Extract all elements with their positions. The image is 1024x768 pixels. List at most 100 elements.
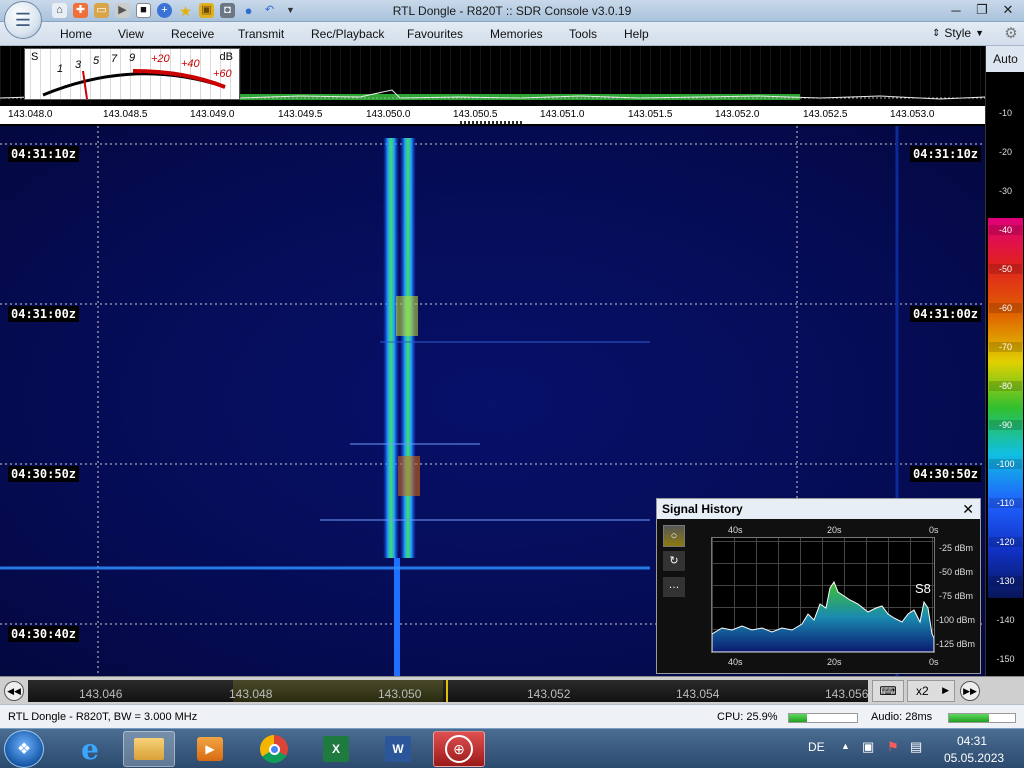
audio-status: Audio: 28ms (871, 711, 933, 723)
zoom-select[interactable]: x2 ▶ (907, 680, 955, 702)
db-scale-label: -30 (998, 186, 1012, 196)
tuning-bar: ◀◀ 143.046 143.048 143.050 143.052 143.0… (0, 676, 1024, 704)
taskbar: ❖ e ▶ X W ⊕ DE ▲ ▣ ⚑ ▤ 04:31 05.05.2023 (0, 728, 1024, 768)
tune-right-button[interactable]: ▶▶ (960, 681, 980, 701)
timestamp-right: 04:31:00z (910, 306, 982, 322)
tune-left-button[interactable]: ◀◀ (4, 681, 24, 701)
freq-label: 143.049.0 (190, 109, 235, 120)
menu-transmit[interactable]: Transmit (238, 27, 284, 41)
history-time-label: 20s (827, 525, 842, 535)
cpu-status: CPU: 25.9% (717, 711, 778, 723)
start-button[interactable]: ❖ (4, 730, 44, 768)
gear-icon[interactable]: ⚙ (1002, 25, 1020, 43)
db-scale-label: -20 (998, 147, 1012, 157)
clock-time[interactable]: 04:31 (957, 734, 987, 748)
taskbar-word[interactable]: W (372, 731, 424, 767)
audio-meter-fill (949, 714, 989, 722)
db-scale-label: -10 (998, 108, 1012, 118)
refresh-icon: ↻ (669, 555, 679, 567)
db-scale-label: -150 (996, 654, 1015, 664)
status-bar: RTL Dongle - R820T, BW = 3.000 MHz CPU: … (0, 704, 1024, 728)
internet-explorer-icon: e (81, 732, 99, 766)
db-scale-label: -130 (989, 576, 1022, 586)
up-down-arrow-icon: ⇕ (932, 27, 941, 39)
minimize-button[interactable]: ─ (944, 1, 968, 19)
clock-date[interactable]: 05.05.2023 (944, 751, 1004, 765)
timestamp-left: 04:31:10z (8, 146, 80, 162)
menu-home[interactable]: Home (60, 27, 92, 41)
db-scale-label: -60 (989, 303, 1022, 313)
menu-bar: Home View Receive Transmit Rec/Playback … (0, 22, 1024, 46)
history-level-label: -75 dBm (939, 591, 974, 601)
close-button[interactable]: ✕ (996, 1, 1020, 19)
timestamp-left: 04:30:40z (8, 626, 80, 642)
tune-label: 143.046 (79, 687, 123, 701)
timestamp-left: 04:31:00z (8, 306, 80, 322)
history-time-label: 0s (929, 657, 939, 667)
splitter-handle[interactable] (460, 121, 524, 124)
chevron-down-icon: ▼ (975, 28, 984, 38)
history-level-label: -125 dBm (936, 639, 976, 649)
tuning-scale[interactable]: 143.046 143.048 143.050 143.052 143.054 … (28, 680, 868, 702)
folder-icon (134, 738, 164, 760)
keyboard-button[interactable]: ⌨ (872, 680, 904, 702)
zoom-value: x2 (916, 684, 929, 698)
frequency-scale: 143.048.0 143.048.5 143.049.0 143.049.5 … (0, 106, 985, 124)
maximize-button[interactable]: ❐ (970, 1, 994, 19)
taskbar-chrome[interactable] (248, 731, 300, 767)
db-scale-label: -110 (989, 498, 1022, 508)
network-tray-icon[interactable]: ▤ (910, 739, 922, 755)
taskbar-explorer[interactable] (123, 731, 175, 767)
spectrum-grid (0, 46, 985, 102)
taskbar-sdr-console[interactable]: ⊕ (433, 731, 485, 767)
taskbar-excel[interactable]: X (310, 731, 362, 767)
menu-rec-playback[interactable]: Rec/Playback (311, 27, 384, 41)
options-button[interactable]: … (663, 577, 685, 597)
audio-meter (948, 713, 1016, 723)
word-icon: W (385, 736, 411, 762)
freq-label: 143.050.0 (366, 109, 411, 120)
rewind-icon: ◀◀ (7, 686, 21, 696)
auto-button[interactable]: Auto (986, 46, 1024, 72)
tune-label: 143.054 (676, 687, 720, 701)
keyboard-icon: ⌨ (879, 684, 897, 698)
history-level-label: -25 dBm (939, 543, 974, 553)
cpu-meter (788, 713, 858, 723)
excel-icon: X (323, 736, 349, 762)
app-menu-button[interactable]: ☰ (4, 1, 42, 39)
taskbar-ie[interactable]: e (64, 731, 116, 767)
history-level-label: -100 dBm (936, 615, 976, 625)
signal-history-close-button[interactable]: ✕ (962, 501, 974, 518)
tune-label: 143.052 (527, 687, 571, 701)
reset-button[interactable]: ↻ (663, 551, 685, 571)
language-indicator[interactable]: DE (808, 740, 825, 754)
menu-memories[interactable]: Memories (490, 27, 543, 41)
style-menu[interactable]: ⇕ Style ▼ (932, 26, 984, 40)
record-button[interactable]: ○ (663, 525, 685, 547)
taskbar-media-player[interactable]: ▶ (184, 731, 236, 767)
menu-receive[interactable]: Receive (171, 27, 214, 41)
freq-label: 143.053.0 (890, 109, 935, 120)
menu-tools[interactable]: Tools (569, 27, 597, 41)
freq-label: 143.052.0 (715, 109, 760, 120)
flag-tray-icon[interactable]: ⚑ (887, 739, 899, 755)
device-tray-icon[interactable]: ▣ (862, 739, 874, 755)
history-time-label: 40s (728, 657, 743, 667)
freq-label: 143.051.0 (540, 109, 585, 120)
freq-label: 143.052.5 (803, 109, 848, 120)
db-scale-label: -50 (989, 264, 1022, 274)
db-scale-label: -140 (996, 615, 1015, 625)
window-title: RTL Dongle - R820T :: SDR Console v3.0.1… (392, 4, 632, 18)
chevron-right-icon: ▶ (942, 685, 949, 695)
history-time-label: 0s (929, 525, 939, 535)
freq-label: 143.049.5 (278, 109, 323, 120)
timestamp-right: 04:30:50z (910, 466, 982, 482)
history-level-label: -50 dBm (939, 567, 974, 577)
tune-label: 143.056 (825, 687, 869, 701)
db-scale: Auto -10 -20 -30 -40 -50 -60 -70 -80 -90 -100 -110… (985, 46, 1024, 676)
menu-help[interactable]: Help (624, 27, 649, 41)
freq-label: 143.050.5 (453, 109, 498, 120)
tray-expand-icon[interactable]: ▲ (841, 741, 850, 751)
menu-favourites[interactable]: Favourites (407, 27, 463, 41)
menu-view[interactable]: View (118, 27, 144, 41)
